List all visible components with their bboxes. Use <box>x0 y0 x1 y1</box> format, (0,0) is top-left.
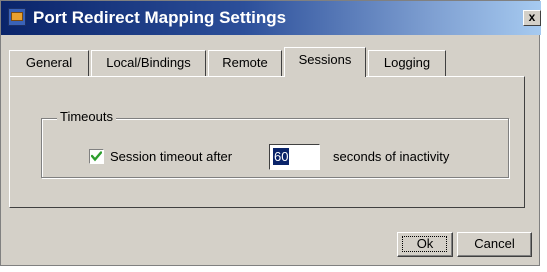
tab-logging[interactable]: Logging <box>368 50 446 76</box>
tab-sessions[interactable]: Sessions <box>284 47 366 77</box>
app-icon <box>8 8 26 26</box>
seconds-of-inactivity-label: seconds of inactivity <box>333 149 450 164</box>
checkmark-icon <box>91 151 102 162</box>
tab-general[interactable]: General <box>9 50 89 76</box>
tab-remote[interactable]: Remote <box>208 50 282 76</box>
timeout-seconds-value: 60 <box>273 148 290 165</box>
dialog-window: Port Redirect Mapping Settings x General… <box>0 0 541 266</box>
window-title: Port Redirect Mapping Settings <box>33 8 287 27</box>
ok-button[interactable]: Ok <box>397 232 453 257</box>
close-button[interactable]: x <box>523 10 541 26</box>
focus-rect <box>402 236 447 252</box>
session-timeout-checkbox[interactable] <box>89 149 104 164</box>
cancel-button[interactable]: Cancel <box>457 232 532 257</box>
tab-local-bindings[interactable]: Local/Bindings <box>91 50 206 76</box>
timeouts-group-label: Timeouts <box>57 109 116 124</box>
close-icon: x <box>528 10 536 24</box>
timeout-seconds-input[interactable]: 60 <box>269 144 320 170</box>
session-timeout-label: Session timeout after <box>110 149 233 164</box>
title-bar[interactable]: Port Redirect Mapping Settings x <box>1 1 541 35</box>
cancel-button-label: Cancel <box>474 236 515 251</box>
